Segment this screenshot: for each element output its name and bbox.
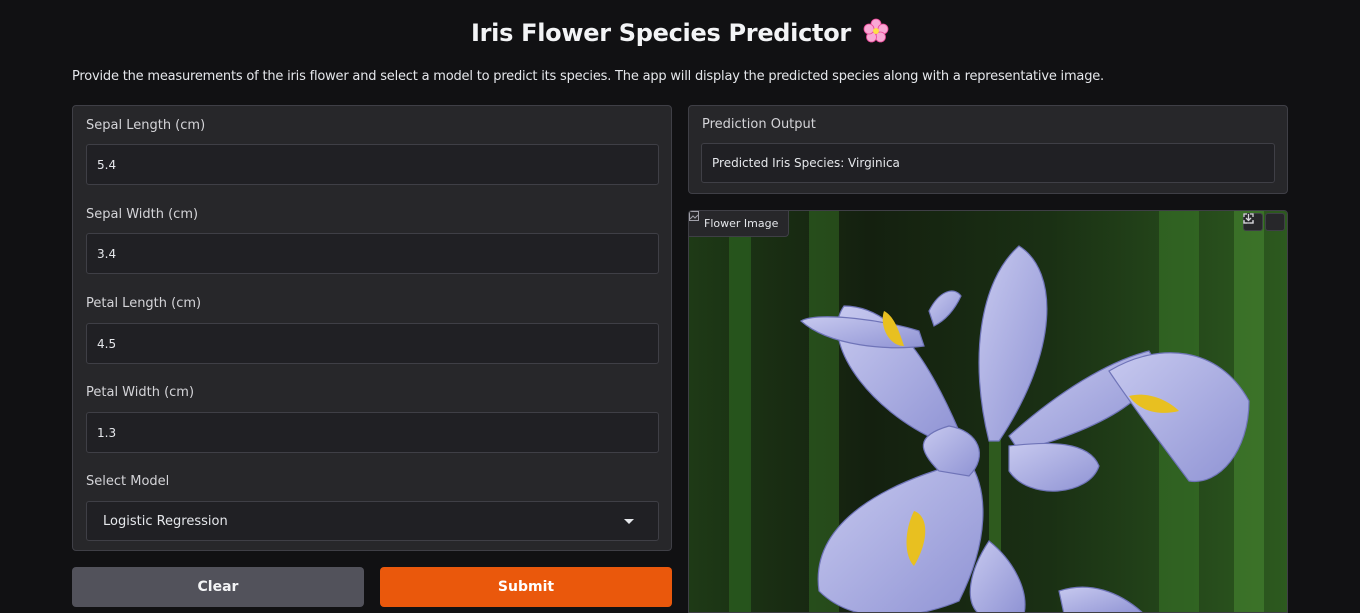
prediction-output-value: Predicted Iris Species: Virginica	[712, 156, 900, 170]
input-panel: Sepal Length (cm) Sepal Width (cm) Petal…	[72, 105, 672, 551]
sepal-length-input[interactable]	[86, 144, 659, 185]
prediction-output-label: Prediction Output	[702, 117, 816, 132]
submit-button[interactable]: Submit	[380, 567, 672, 607]
page-title-text: Iris Flower Species Predictor	[471, 19, 851, 47]
model-dropdown[interactable]: Logistic Regression	[86, 501, 659, 541]
petal-width-input[interactable]	[86, 412, 659, 453]
page-description: Provide the measurements of the iris flo…	[72, 69, 1104, 84]
sepal-width-input[interactable]	[86, 233, 659, 274]
chevron-down-icon[interactable]	[624, 518, 634, 524]
petal-width-label: Petal Width (cm)	[86, 385, 195, 400]
flower-image-panel: Flower Image	[688, 210, 1288, 613]
iris-flower-image	[689, 211, 1287, 612]
petal-length-label: Petal Length (cm)	[86, 296, 202, 311]
image-toolbar	[1243, 213, 1285, 231]
clear-button[interactable]: Clear	[72, 567, 364, 607]
model-dropdown-value: Logistic Regression	[103, 513, 228, 529]
petal-length-input[interactable]	[86, 323, 659, 364]
flower-image-label-text: Flower Image	[704, 217, 779, 230]
page-title: Iris Flower Species Predictor	[0, 18, 1360, 50]
sepal-width-label: Sepal Width (cm)	[86, 207, 199, 222]
flower-image-label: Flower Image	[689, 211, 790, 237]
cherry-blossom-icon	[863, 18, 889, 50]
model-select-label: Select Model	[86, 474, 170, 489]
prediction-output-field[interactable]: Predicted Iris Species: Virginica	[701, 143, 1275, 183]
sepal-length-label: Sepal Length (cm)	[86, 118, 206, 133]
prediction-output-panel: Prediction Output Predicted Iris Species…	[688, 105, 1288, 194]
download-icon[interactable]	[1243, 213, 1285, 231]
